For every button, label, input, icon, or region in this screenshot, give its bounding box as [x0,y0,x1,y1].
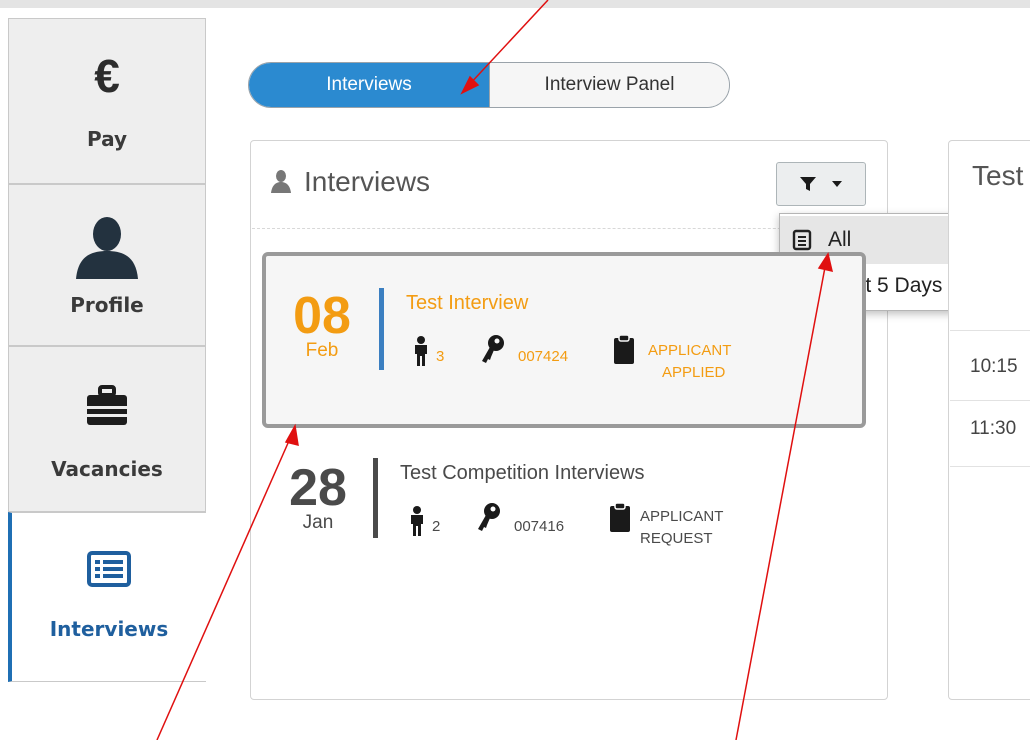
arrowhead [460,75,480,95]
arrowhead [284,423,299,447]
arrowhead [817,252,834,273]
annotation-arrow [735,261,827,740]
annotation-arrow [156,433,293,740]
annotation-arrows [156,0,834,740]
annotation-arrow [467,0,549,87]
